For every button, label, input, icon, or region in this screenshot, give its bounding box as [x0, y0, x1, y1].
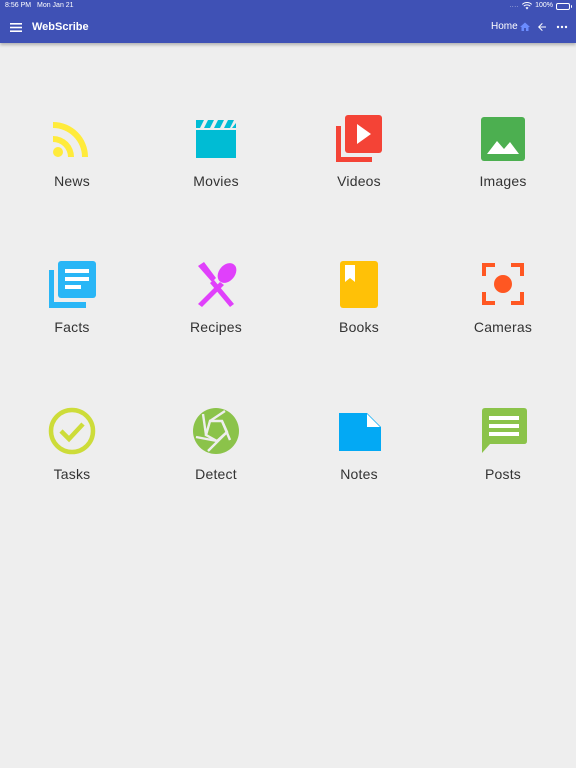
rss-icon [53, 122, 88, 157]
aperture-icon [193, 408, 239, 454]
image-icon [481, 117, 525, 161]
video-library-icon [336, 115, 382, 162]
library-books-icon [49, 261, 96, 308]
tile-posts[interactable]: Posts [443, 407, 563, 507]
tile-label: Books [339, 319, 379, 335]
camera-focus-icon [482, 263, 524, 305]
signal-dots: .... [509, 2, 520, 9]
home-icon[interactable] [519, 21, 531, 33]
tile-images[interactable]: Images [443, 114, 563, 214]
tile-label: News [54, 173, 90, 189]
tile-label: Tasks [53, 466, 91, 482]
app-screen: 8:56 PM Mon Jan 21 .... 100% WebScribe H [0, 0, 576, 768]
tile-label: Images [479, 173, 527, 189]
tile-videos[interactable]: Videos [299, 114, 419, 214]
status-bar: 8:56 PM Mon Jan 21 .... 100% [0, 0, 576, 12]
tile-label: Facts [54, 319, 90, 335]
wifi-icon [522, 2, 533, 10]
tile-label: Recipes [190, 319, 242, 335]
book-icon [340, 261, 378, 308]
app-bar: WebScribe Home [0, 12, 576, 43]
tile-recipes[interactable]: Recipes [156, 260, 276, 360]
clapperboard-icon [196, 120, 236, 158]
fork-spoon-icon [198, 262, 237, 307]
tile-tasks[interactable]: Tasks [12, 407, 132, 507]
note-icon [339, 413, 381, 451]
tile-label: Cameras [473, 319, 533, 335]
tile-facts[interactable]: Facts [12, 260, 132, 360]
top-bar: 8:56 PM Mon Jan 21 .... 100% WebScribe H [0, 0, 576, 43]
tile-books[interactable]: Books [299, 260, 419, 360]
battery-percent: 100% [535, 2, 553, 9]
tile-label: Posts [484, 466, 521, 482]
tile-label: Detect [195, 466, 237, 482]
status-date: Mon Jan 21 [37, 2, 74, 9]
tile-label: Notes [340, 466, 378, 482]
menu-icon[interactable] [9, 21, 23, 34]
check-circle-icon [48, 407, 96, 455]
more-icon[interactable] [556, 21, 568, 33]
battery-icon [556, 2, 572, 10]
home-link[interactable]: Home [491, 20, 518, 34]
app-title: WebScribe [32, 21, 89, 33]
tile-movies[interactable]: Movies [156, 114, 276, 214]
status-right: .... 100% [509, 0, 572, 12]
tile-label: Movies [193, 173, 239, 189]
tile-news[interactable]: News [12, 114, 132, 214]
tile-detect[interactable]: Detect [156, 407, 276, 507]
tile-cameras[interactable]: Cameras [443, 260, 563, 360]
status-time: 8:56 PM [5, 2, 32, 9]
tile-label: Videos [337, 173, 381, 189]
back-arrow-icon[interactable] [536, 21, 548, 33]
tile-notes[interactable]: Notes [299, 407, 419, 507]
chat-icon [482, 408, 527, 453]
